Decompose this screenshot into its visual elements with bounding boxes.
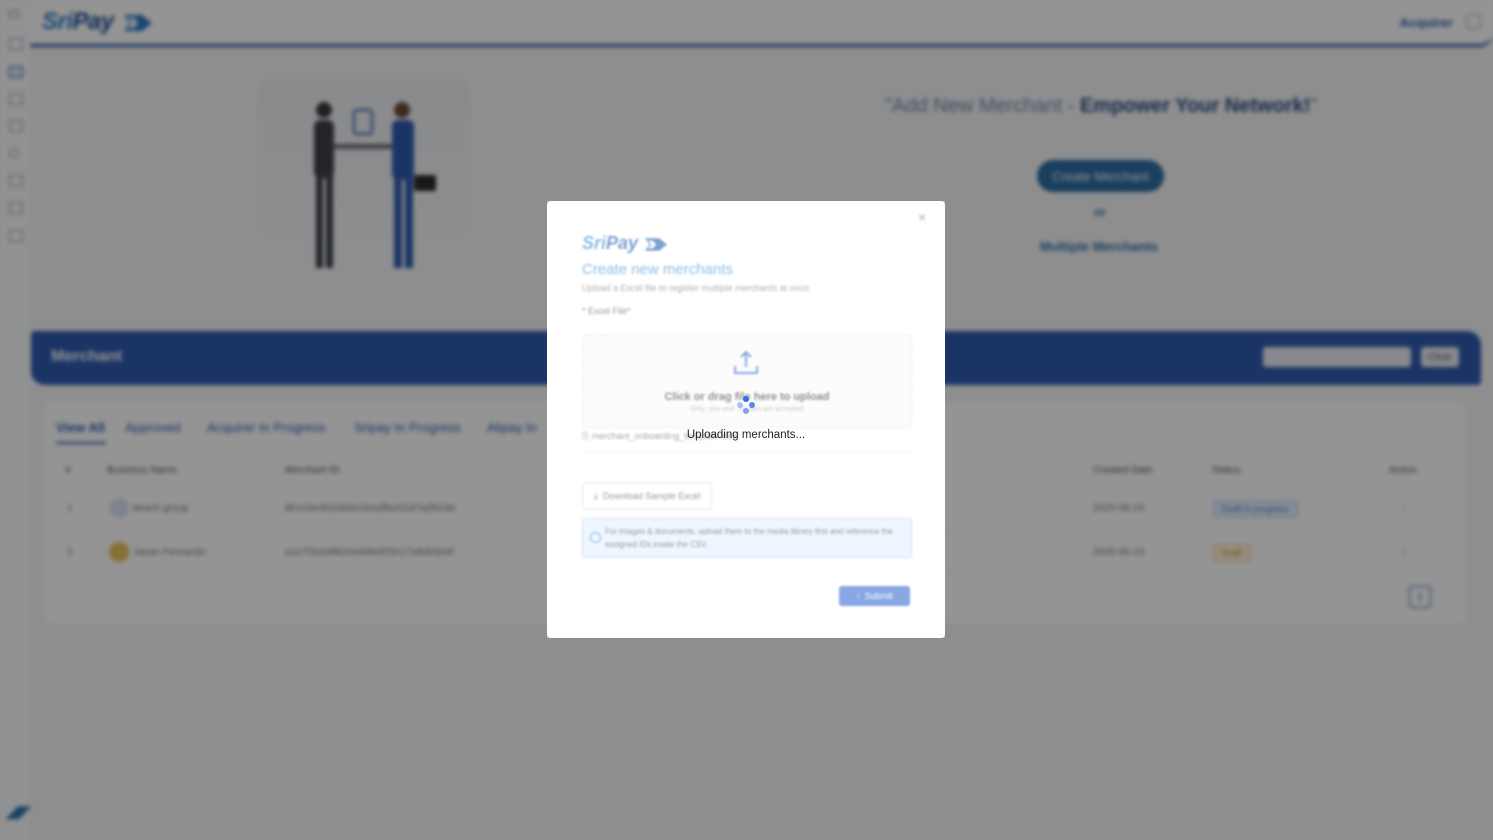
- loading-text: Uploading merchants...: [686, 429, 806, 441]
- create-merchants-modal: × SriPay Create new merchants Upload a E…: [547, 201, 945, 638]
- loading-overlay: [547, 201, 945, 638]
- loading-spinner-icon: [737, 396, 755, 414]
